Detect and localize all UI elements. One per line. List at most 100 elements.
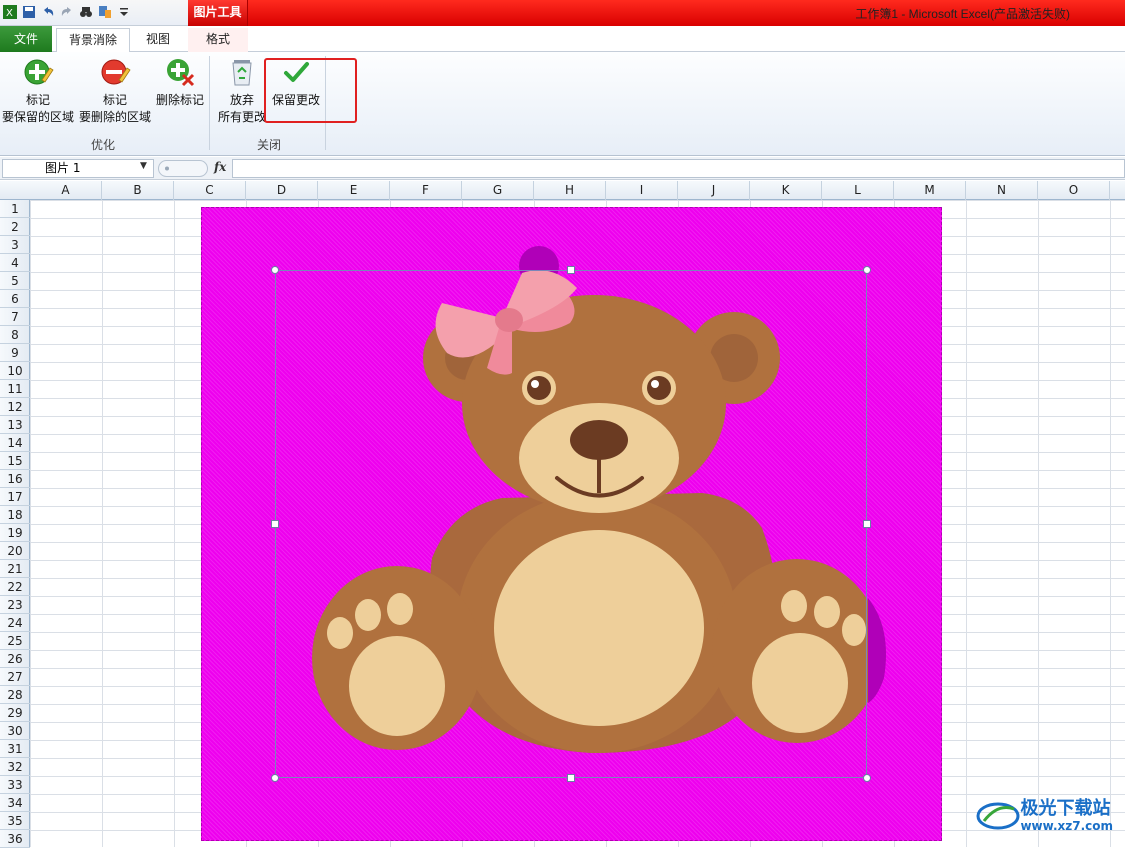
delete-mark-icon: [164, 56, 196, 88]
formula-bar-resize-icon[interactable]: [158, 160, 208, 177]
name-box-dropdown-icon[interactable]: ▼: [140, 161, 147, 171]
delete-mark-label: 删除标记: [154, 92, 206, 109]
row-header[interactable]: 24: [0, 614, 30, 632]
tab-background-removal[interactable]: 背景消除: [56, 28, 130, 53]
resize-handle-top-left[interactable]: [271, 266, 279, 274]
row-header[interactable]: 31: [0, 740, 30, 758]
column-header[interactable]: C: [174, 181, 246, 200]
column-header[interactable]: D: [246, 181, 318, 200]
column-header[interactable]: G: [462, 181, 534, 200]
row-header[interactable]: 7: [0, 308, 30, 326]
undo-icon[interactable]: [40, 4, 56, 20]
watermark-logo-icon: [976, 799, 1020, 833]
row-header[interactable]: 27: [0, 668, 30, 686]
tab-file[interactable]: 文件: [0, 26, 52, 52]
resize-handle-top-right[interactable]: [863, 266, 871, 274]
row-header[interactable]: 4: [0, 254, 30, 272]
quick-access-toolbar: X: [2, 4, 135, 20]
row-header[interactable]: 34: [0, 794, 30, 812]
svg-text:X: X: [6, 8, 13, 19]
row-header[interactable]: 5: [0, 272, 30, 290]
row-header[interactable]: 23: [0, 596, 30, 614]
name-box[interactable]: 图片 1: [2, 159, 154, 178]
row-header[interactable]: 15: [0, 452, 30, 470]
watermark: 极光下载站 www.xz7.com: [976, 799, 1113, 833]
resize-handle-top[interactable]: [567, 266, 575, 274]
row-header[interactable]: 21: [0, 560, 30, 578]
insert-function-icon[interactable]: fx: [214, 160, 226, 174]
mark-areas-to-remove-button[interactable]: 标记 要删除的区域: [78, 56, 152, 126]
row-header[interactable]: 20: [0, 542, 30, 560]
row-header[interactable]: 26: [0, 650, 30, 668]
ribbon: 标记 要保留的区域 标记 要删除的区域 删除标记 优化 放弃 所有更改: [0, 52, 1125, 156]
keep-changes-highlight: [264, 58, 357, 123]
watermark-url: www.xz7.com: [1020, 819, 1113, 833]
row-header[interactable]: 8: [0, 326, 30, 344]
tab-format[interactable]: 格式: [188, 28, 248, 52]
title-bar: X 图片工具 工作簿1 - Microsoft Excel(产品激活失败): [0, 0, 1125, 26]
column-header[interactable]: E: [318, 181, 390, 200]
column-header[interactable]: L: [822, 181, 894, 200]
row-header[interactable]: 28: [0, 686, 30, 704]
row-header[interactable]: 35: [0, 812, 30, 830]
row-header[interactable]: 18: [0, 506, 30, 524]
row-header[interactable]: 16: [0, 470, 30, 488]
resize-handle-bottom-right[interactable]: [863, 774, 871, 782]
row-header[interactable]: 11: [0, 380, 30, 398]
resize-handle-right[interactable]: [863, 520, 871, 528]
column-header[interactable]: O: [1038, 181, 1110, 200]
redo-icon[interactable]: [59, 4, 75, 20]
resize-handle-bottom[interactable]: [567, 774, 575, 782]
picture-tools-contextual-tab: 图片工具: [188, 0, 248, 26]
row-header[interactable]: 29: [0, 704, 30, 722]
resize-handle-bottom-left[interactable]: [271, 774, 279, 782]
resize-handle-left[interactable]: [271, 520, 279, 528]
row-header[interactable]: 25: [0, 632, 30, 650]
column-header[interactable]: H: [534, 181, 606, 200]
row-header[interactable]: 36: [0, 830, 30, 848]
column-header[interactable]: J: [678, 181, 750, 200]
row-header[interactable]: 19: [0, 524, 30, 542]
row-header[interactable]: 13: [0, 416, 30, 434]
tab-view[interactable]: 视图: [138, 28, 178, 52]
group-close-label: 关闭: [257, 136, 281, 153]
formula-bar: 图片 1 ▼ fx: [0, 157, 1125, 180]
row-header[interactable]: 3: [0, 236, 30, 254]
row-header[interactable]: 14: [0, 434, 30, 452]
row-header[interactable]: 12: [0, 398, 30, 416]
row-header[interactable]: 33: [0, 776, 30, 794]
delete-mark-button[interactable]: 删除标记: [154, 56, 206, 109]
mark-remove-icon: [99, 56, 131, 88]
column-header[interactable]: I: [606, 181, 678, 200]
row-header[interactable]: 17: [0, 488, 30, 506]
customize-qat-icon[interactable]: [116, 4, 132, 20]
column-header[interactable]: K: [750, 181, 822, 200]
find-icon[interactable]: [78, 4, 94, 20]
row-header[interactable]: 1: [0, 200, 30, 218]
picture-1[interactable]: [201, 207, 942, 841]
group-separator: [209, 56, 210, 150]
format-painter-icon[interactable]: [97, 4, 113, 20]
discard-all-changes-button[interactable]: 放弃 所有更改: [216, 56, 268, 126]
row-header[interactable]: 6: [0, 290, 30, 308]
discard-label-2: 所有更改: [216, 109, 268, 126]
column-header[interactable]: M: [894, 181, 966, 200]
column-header[interactable]: B: [102, 181, 174, 200]
group-optimize-label: 优化: [91, 136, 115, 153]
row-header[interactable]: 9: [0, 344, 30, 362]
save-icon[interactable]: [21, 4, 37, 20]
mark-keep-label-2: 要保留的区域: [0, 109, 76, 126]
column-header[interactable]: F: [390, 181, 462, 200]
mark-areas-to-keep-button[interactable]: 标记 要保留的区域: [0, 56, 76, 126]
column-header[interactable]: N: [966, 181, 1038, 200]
discard-label-1: 放弃: [216, 92, 268, 109]
row-headers: 1234567891011121314151617181920212223242…: [0, 200, 30, 847]
excel-logo-icon[interactable]: X: [2, 4, 18, 20]
row-header[interactable]: 10: [0, 362, 30, 380]
row-header[interactable]: 2: [0, 218, 30, 236]
column-header[interactable]: A: [30, 181, 102, 200]
row-header[interactable]: 32: [0, 758, 30, 776]
row-header[interactable]: 30: [0, 722, 30, 740]
row-header[interactable]: 22: [0, 578, 30, 596]
formula-input[interactable]: [232, 159, 1125, 178]
